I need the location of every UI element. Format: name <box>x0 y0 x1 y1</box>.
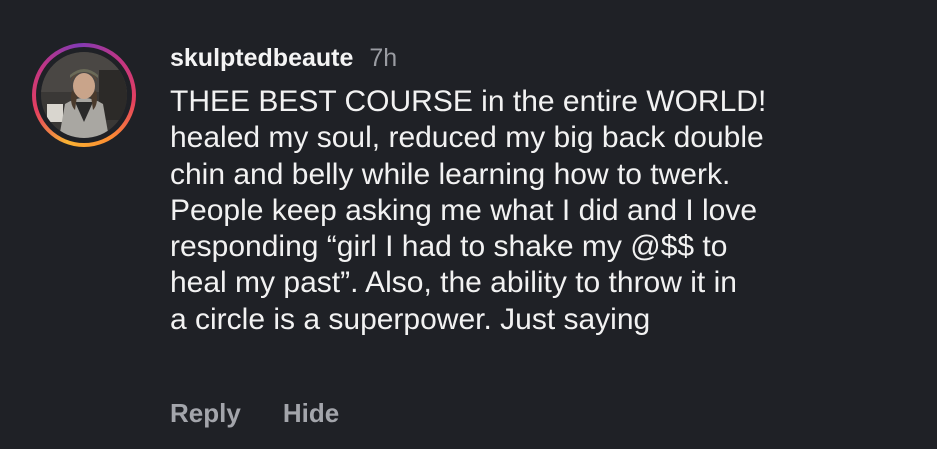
comment-meta: skulptedbeaute 7h <box>170 44 920 88</box>
comment-content: skulptedbeaute 7h THEE BEST COURSE in th… <box>170 44 920 338</box>
avatar-photo-icon <box>41 52 127 138</box>
comment-actions: Reply Hide <box>170 398 339 429</box>
comment-text: THEE BEST COURSE in the entire WORLD! he… <box>170 85 767 336</box>
avatar-gap <box>36 47 132 143</box>
comment-item: skulptedbeaute 7h THEE BEST COURSE in th… <box>0 0 937 449</box>
username-link[interactable]: skulptedbeaute <box>170 44 353 73</box>
reply-button[interactable]: Reply <box>170 398 241 429</box>
timestamp: 7h <box>369 44 398 72</box>
hide-button[interactable]: Hide <box>283 398 339 429</box>
avatar[interactable] <box>41 52 127 138</box>
story-ring[interactable] <box>32 43 136 147</box>
